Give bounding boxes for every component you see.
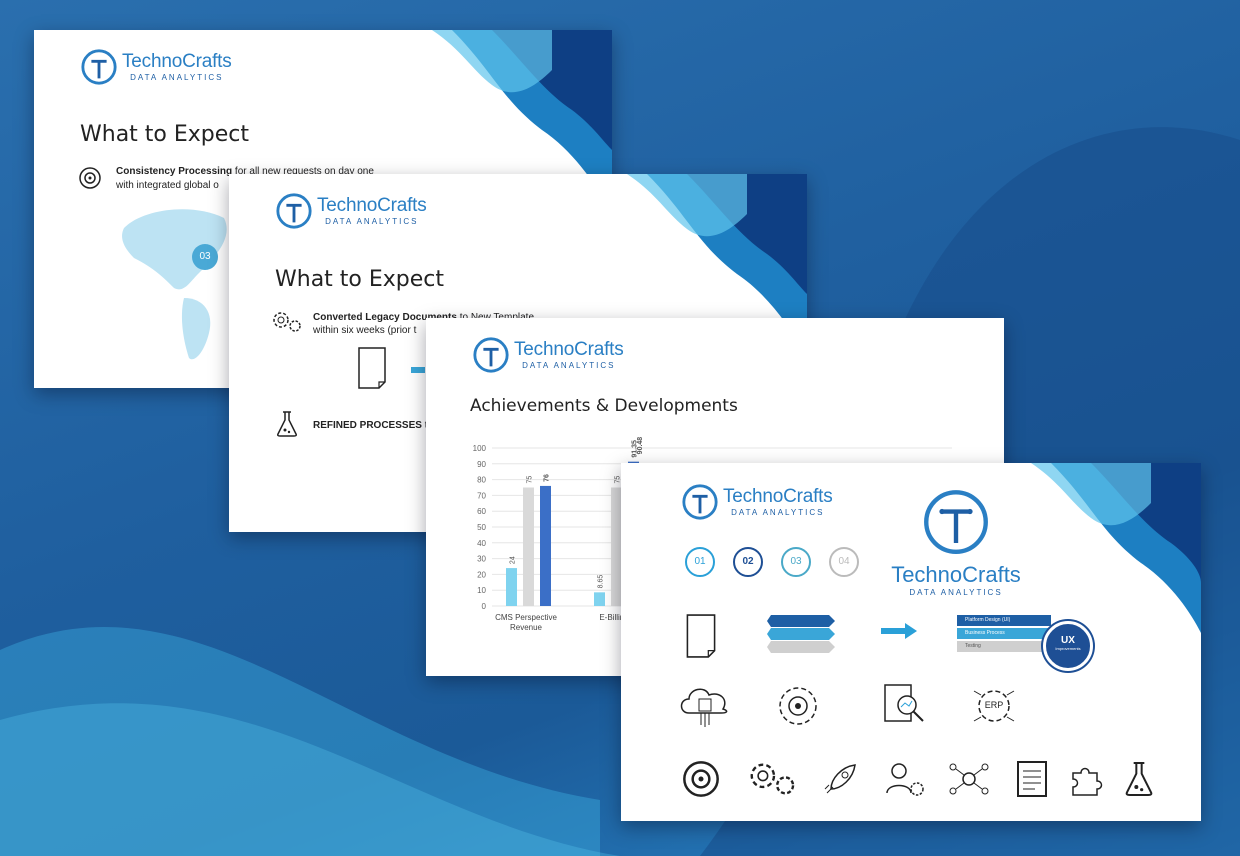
y-tick-label: 80 (477, 476, 486, 485)
bullet-bold: Consistency Processing (116, 166, 233, 177)
ux-sublabel: Improvements (1055, 646, 1081, 651)
brand-name: TechnoCrafts (122, 51, 232, 72)
data-label: 8.65 (598, 575, 605, 589)
brand-tagline: DATA ANALYTICS (130, 73, 224, 82)
newspaper-icon (1017, 761, 1047, 797)
y-tick-label: 90 (477, 460, 486, 469)
gear-cycle-icon (779, 687, 817, 725)
brand-name: TechnoCrafts (723, 486, 833, 507)
large-logo: TechnoCrafts DATA ANALYTICS (891, 487, 1021, 597)
document-icon (686, 614, 716, 658)
rocket-icon (824, 764, 856, 794)
logo-mark-icon (682, 484, 718, 520)
y-tick-label: 30 (477, 555, 486, 564)
gears-icon (273, 312, 301, 332)
layer-business-process: Business Process (957, 628, 1051, 639)
step-circle-04: 04 (829, 547, 859, 577)
ribbon-stack-graphic (767, 615, 835, 653)
cloud-chip-icon (680, 688, 728, 727)
data-label: 90.48 (637, 437, 644, 455)
y-tick-label: 10 (477, 586, 486, 595)
brand-logo: TechnoCrafts DATA ANALYTICS (681, 483, 833, 521)
brand-tagline: DATA ANALYTICS (325, 217, 419, 226)
user-gear-icon (886, 763, 924, 796)
step-circles: 01 02 03 04 (685, 547, 859, 577)
logo-mark-icon (473, 337, 509, 373)
slide-title: Achievements & Developments (470, 396, 738, 416)
bar (594, 592, 605, 606)
network-icon (949, 763, 989, 795)
brand-logo: TechnoCrafts DATA ANALYTICS (472, 336, 624, 374)
logo-mark-icon-large (924, 490, 988, 554)
arrow-right-icon (881, 623, 917, 639)
y-tick-label: 100 (473, 444, 487, 453)
x-tick-label: Revenue (510, 623, 543, 632)
slide-title: What to Expect (80, 122, 250, 147)
logo-mark-icon (81, 49, 117, 85)
brand-tagline: DATA ANALYTICS (909, 588, 1003, 597)
step-circle-01: 01 (685, 547, 715, 577)
bar (540, 485, 551, 606)
brand-name: TechnoCrafts (514, 339, 624, 360)
step-circle-02: 02 (733, 547, 763, 577)
layer-platform-design: Platform Design (UI) (957, 615, 1051, 626)
location-pin: 03 (192, 244, 218, 270)
bar (506, 568, 517, 606)
erp-gear: ERP (969, 681, 1019, 731)
slide-bullet: REFINED PROCESSES to (313, 420, 433, 431)
data-label: 24 (510, 556, 517, 564)
slide-bullet-line2: within six weeks (prior t (313, 325, 417, 336)
logo-mark-icon (276, 193, 312, 229)
gears-icon (750, 763, 795, 795)
process-layers: Platform Design (UI) Business Process Te… (957, 615, 1051, 652)
slide-title: What to Expect (275, 267, 445, 292)
bullet-bold: REFINED PROCESSES (313, 420, 422, 431)
layer-testing: Testing (957, 641, 1051, 652)
erp-label: ERP (984, 700, 1004, 710)
arrow-stub (411, 367, 425, 373)
brand-tagline: DATA ANALYTICS (522, 361, 616, 370)
y-tick-label: 70 (477, 491, 486, 500)
brand-name: TechnoCrafts (891, 562, 1021, 587)
document-icon (358, 347, 386, 389)
puzzle-icon (1072, 767, 1103, 796)
world-map-graphic (122, 209, 227, 360)
brand-logo: TechnoCrafts DATA ANALYTICS (80, 48, 232, 86)
y-tick-label: 40 (477, 539, 486, 548)
brand-tagline: DATA ANALYTICS (731, 508, 825, 517)
target-icon (683, 761, 719, 797)
report-search-icon (884, 684, 924, 722)
target-icon (79, 167, 101, 189)
ux-circle: UX Improvements (1043, 621, 1093, 671)
y-tick-label: 60 (477, 507, 486, 516)
brand-name: TechnoCrafts (317, 195, 427, 216)
flask-icon (277, 411, 297, 437)
step-circle-03: 03 (781, 547, 811, 577)
ux-label: UX (1061, 635, 1075, 646)
y-tick-label: 20 (477, 570, 486, 579)
data-label: 75 (527, 476, 534, 484)
slide-bullet-line2: with integrated global o (116, 180, 219, 191)
x-tick-label: CMS Perspective (495, 613, 557, 622)
bar (523, 487, 534, 606)
slide-icon-library[interactable]: TechnoCrafts DATA ANALYTICS TechnoCrafts… (621, 463, 1201, 821)
data-label: 76 (544, 474, 551, 482)
flask-icon (1125, 762, 1153, 796)
slide-wave-decoration (1031, 463, 1201, 633)
brand-logo: TechnoCrafts DATA ANALYTICS (275, 192, 427, 230)
y-tick-label: 50 (477, 523, 486, 532)
y-tick-label: 0 (482, 602, 487, 611)
